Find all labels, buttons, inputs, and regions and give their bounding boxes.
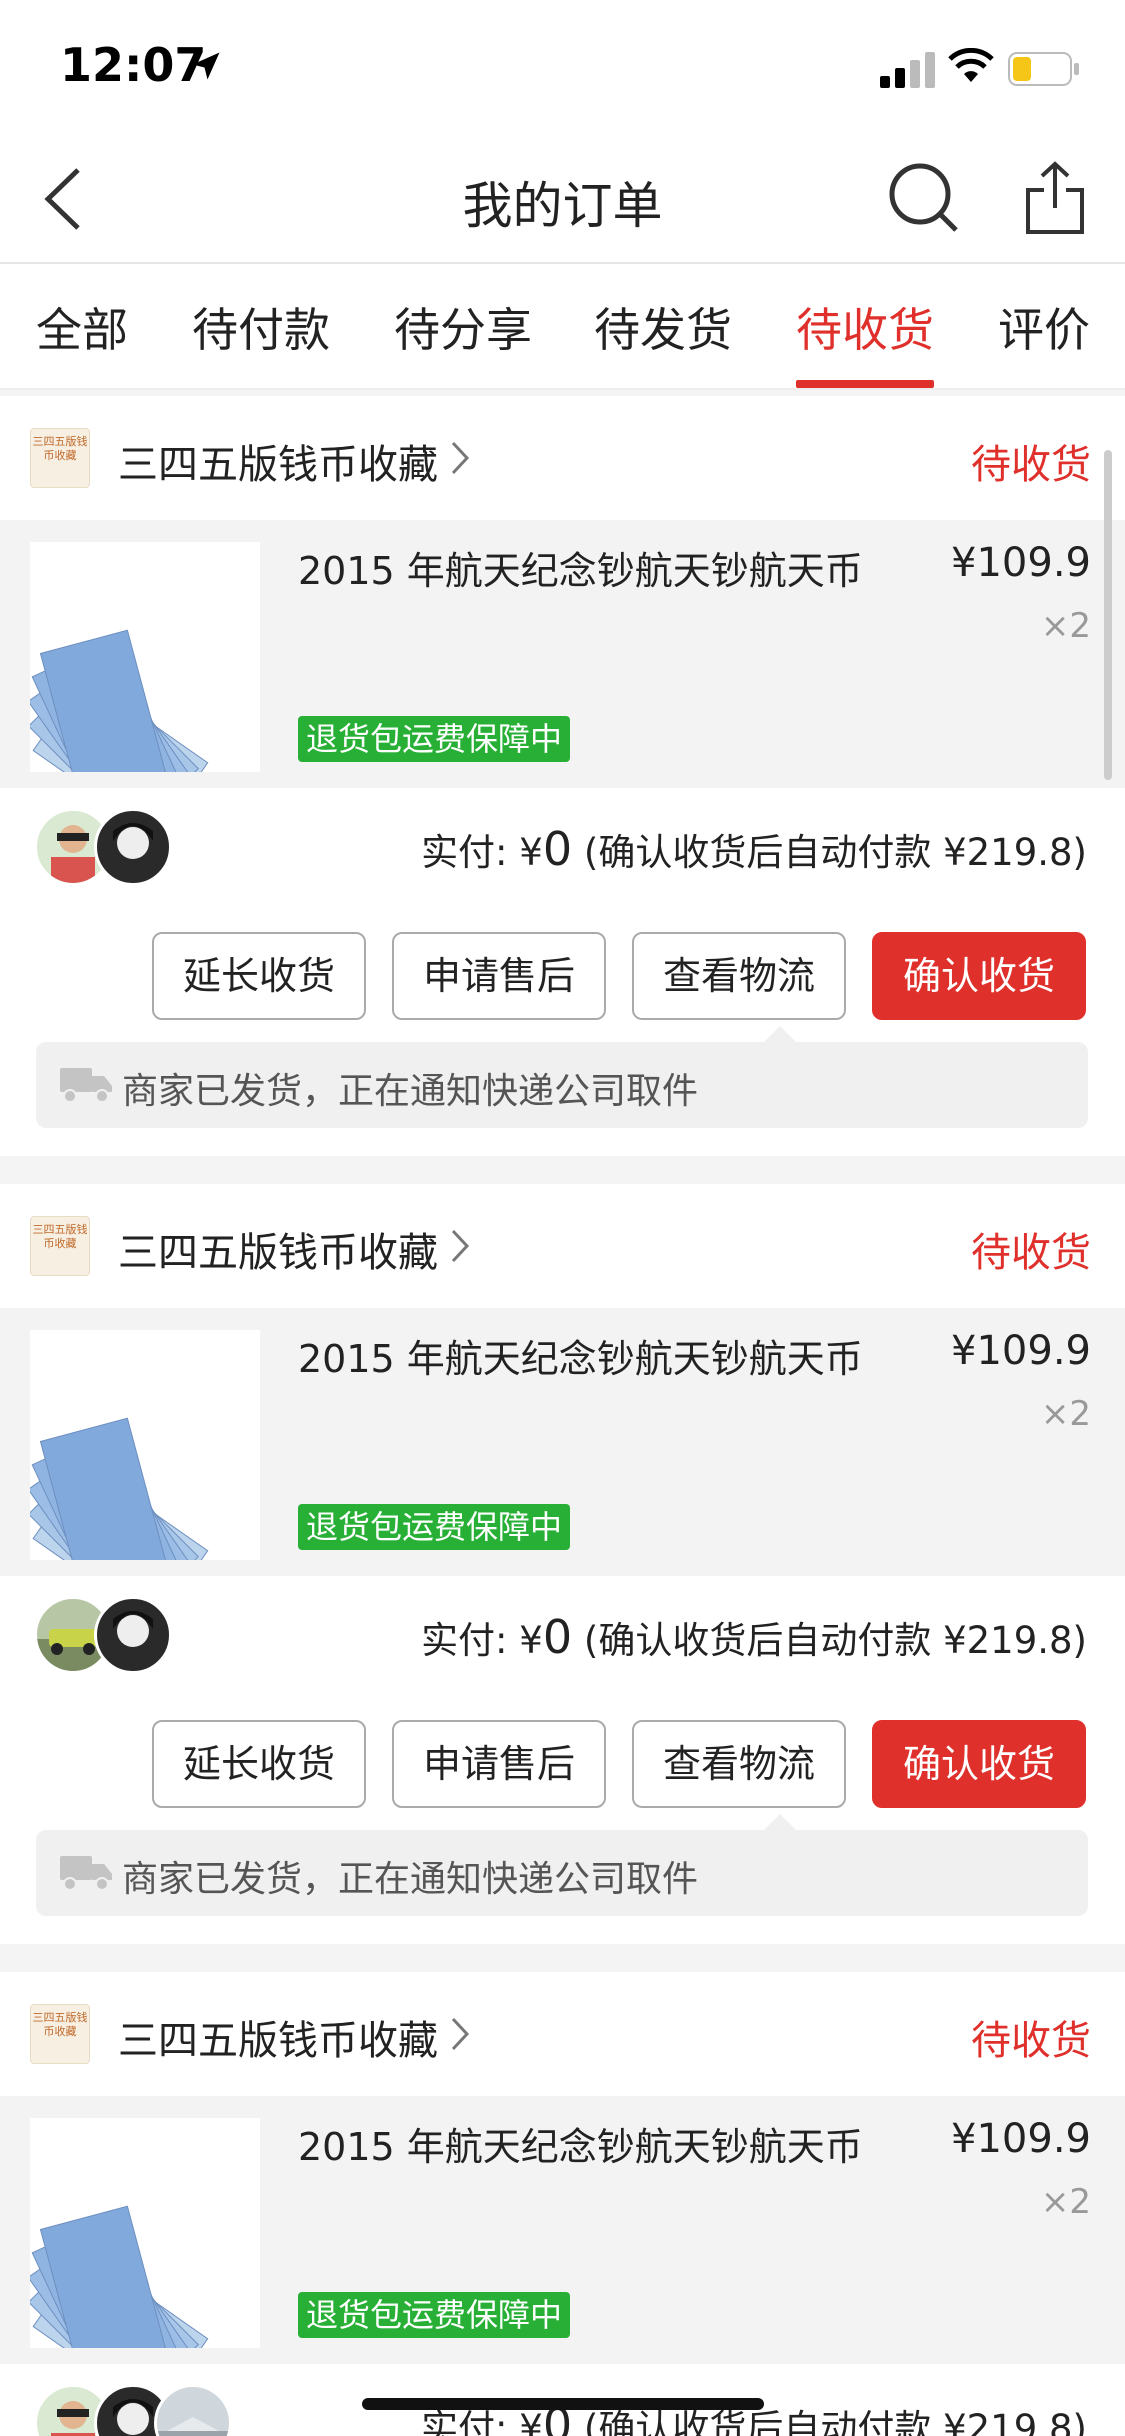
avatar: [154, 2384, 232, 2436]
return-shipping-badge: 退货包运费保障中: [298, 1504, 571, 1550]
payment-label: 实付: ¥: [421, 1619, 543, 1662]
product-quantity: ×2: [1040, 2182, 1091, 2222]
product-item[interactable]: 2015 年航天纪念钞航天钞航天币 ¥109.9 ×2 退货包运费保障中: [0, 1308, 1125, 1576]
avatar: [94, 1596, 172, 1674]
action-buttons: 延长收货 申请售后 查看物流 确认收货: [0, 1698, 1125, 1828]
order-card: 三四五版钱币收藏 三四五版钱币收藏 待收货 2015 年航天纪念钞航天钞航天币 …: [0, 1972, 1125, 2436]
confirm-receipt-button[interactable]: 确认收货: [872, 932, 1086, 1020]
product-image[interactable]: [30, 542, 260, 772]
return-shipping-badge: 退货包运费保障中: [298, 716, 571, 762]
return-shipping-badge: 退货包运费保障中: [298, 2292, 571, 2338]
payment-row: 实付: ¥0 (确认收货后自动付款 ¥219.8): [0, 788, 1125, 912]
navigation-bar: 我的订单: [0, 132, 1125, 264]
truck-icon: [60, 1068, 112, 1103]
order-status: 待收货: [971, 442, 1091, 488]
product-title[interactable]: 2015 年航天纪念钞航天钞航天币: [298, 2116, 863, 2171]
logistics-notice[interactable]: 商家已发货，正在通知快递公司取件: [36, 1026, 1088, 1128]
shop-name[interactable]: 三四五版钱币收藏: [118, 432, 438, 490]
after-sales-button[interactable]: 申请售后: [392, 1720, 606, 1808]
tab-pending-receipt[interactable]: 待收货: [796, 294, 934, 360]
battery-icon: [1008, 52, 1079, 86]
product-price: ¥109.9: [951, 2116, 1091, 2162]
confirm-receipt-button[interactable]: 确认收货: [872, 1720, 1086, 1808]
cellular-signal-icon: [880, 52, 935, 88]
payment-amount: 0: [542, 822, 573, 876]
chevron-right-icon: [451, 1229, 470, 1263]
payment-amount: 0: [542, 1610, 573, 1664]
product-quantity: ×2: [1040, 606, 1091, 646]
extend-receipt-button[interactable]: 延长收货: [152, 932, 366, 1020]
shop-header[interactable]: 三四五版钱币收藏 三四五版钱币收藏 待收货: [0, 1972, 1125, 2096]
shop-header[interactable]: 三四五版钱币收藏 三四五版钱币收藏 待收货: [0, 396, 1125, 520]
home-indicator[interactable]: [362, 2398, 764, 2410]
order-tabs: 全部 待付款 待分享 待发货 待收货 评价: [0, 264, 1125, 390]
after-sales-button[interactable]: 申请售后: [392, 932, 606, 1020]
product-title[interactable]: 2015 年航天纪念钞航天钞航天币: [298, 540, 863, 595]
shop-name[interactable]: 三四五版钱币收藏: [118, 1220, 438, 1278]
view-logistics-button[interactable]: 查看物流: [632, 1720, 846, 1808]
scrollbar[interactable]: [1104, 450, 1112, 780]
product-price: ¥109.9: [951, 540, 1091, 586]
product-price: ¥109.9: [951, 1328, 1091, 1374]
order-status: 待收货: [971, 2018, 1091, 2064]
notice-text: 商家已发货，正在通知快递公司取件: [122, 1071, 699, 1112]
status-time: 12:07: [60, 38, 207, 92]
payment-note: (确认收货后自动付款 ¥219.8): [583, 2407, 1087, 2436]
order-status: 待收货: [971, 1230, 1091, 1276]
order-card: 三四五版钱币收藏 三四五版钱币收藏 待收货 2015 年航天纪念钞航天钞航天币 …: [0, 1184, 1125, 1944]
payment-summary: 实付: ¥0 (确认收货后自动付款 ¥219.8): [421, 822, 1087, 876]
chevron-right-icon: [451, 2017, 470, 2051]
tab-all[interactable]: 全部: [36, 294, 128, 360]
shop-header[interactable]: 三四五版钱币收藏 三四五版钱币收藏 待收货: [0, 1184, 1125, 1308]
product-item[interactable]: 2015 年航天纪念钞航天钞航天币 ¥109.9 ×2 退货包运费保障中: [0, 2096, 1125, 2364]
tab-pending-shipment[interactable]: 待发货: [594, 294, 732, 360]
search-icon[interactable]: [886, 160, 960, 234]
shop-logo: 三四五版钱币收藏: [30, 1216, 90, 1276]
active-tab-indicator: [796, 380, 934, 388]
action-buttons: 延长收货 申请售后 查看物流 确认收货: [0, 910, 1125, 1040]
tab-pending-payment[interactable]: 待付款: [192, 294, 330, 360]
product-image[interactable]: [30, 1330, 260, 1560]
product-image[interactable]: [30, 2118, 260, 2348]
payment-note: (确认收货后自动付款 ¥219.8): [583, 1619, 1087, 1662]
notice-text: 商家已发货，正在通知快递公司取件: [122, 1859, 699, 1900]
location-arrow-icon: [192, 52, 220, 80]
view-logistics-button[interactable]: 查看物流: [632, 932, 846, 1020]
shop-logo: 三四五版钱币收藏: [30, 428, 90, 488]
notice-pointer: [764, 1814, 796, 1830]
payment-summary: 实付: ¥0 (确认收货后自动付款 ¥219.8): [421, 1610, 1087, 1664]
product-item[interactable]: 2015 年航天纪念钞航天钞航天币 ¥109.9 ×2 退货包运费保障中: [0, 520, 1125, 788]
shop-logo: 三四五版钱币收藏: [30, 2004, 90, 2064]
shop-name[interactable]: 三四五版钱币收藏: [118, 2008, 438, 2066]
notice-pointer: [764, 1026, 796, 1042]
extend-receipt-button[interactable]: 延长收货: [152, 1720, 366, 1808]
tab-review[interactable]: 评价: [998, 294, 1090, 360]
product-quantity: ×2: [1040, 1394, 1091, 1434]
wifi-icon: [948, 48, 994, 82]
order-card: 三四五版钱币收藏 三四五版钱币收藏 待收货 2015 年航天纪念钞航天钞航天币 …: [0, 396, 1125, 1156]
payment-note: (确认收货后自动付款 ¥219.8): [583, 831, 1087, 874]
product-title[interactable]: 2015 年航天纪念钞航天钞航天币: [298, 1328, 863, 1383]
payment-label: 实付: ¥: [421, 2407, 543, 2436]
logistics-notice[interactable]: 商家已发货，正在通知快递公司取件: [36, 1814, 1088, 1916]
tab-pending-share[interactable]: 待分享: [394, 294, 532, 360]
payment-row: 实付: ¥0 (确认收货后自动付款 ¥219.8): [0, 1576, 1125, 1700]
status-bar: 12:07: [0, 0, 1125, 132]
payment-label: 实付: ¥: [421, 831, 543, 874]
chevron-right-icon: [451, 441, 470, 475]
truck-icon: [60, 1856, 112, 1891]
share-icon[interactable]: [1022, 160, 1088, 236]
avatar: [94, 808, 172, 886]
